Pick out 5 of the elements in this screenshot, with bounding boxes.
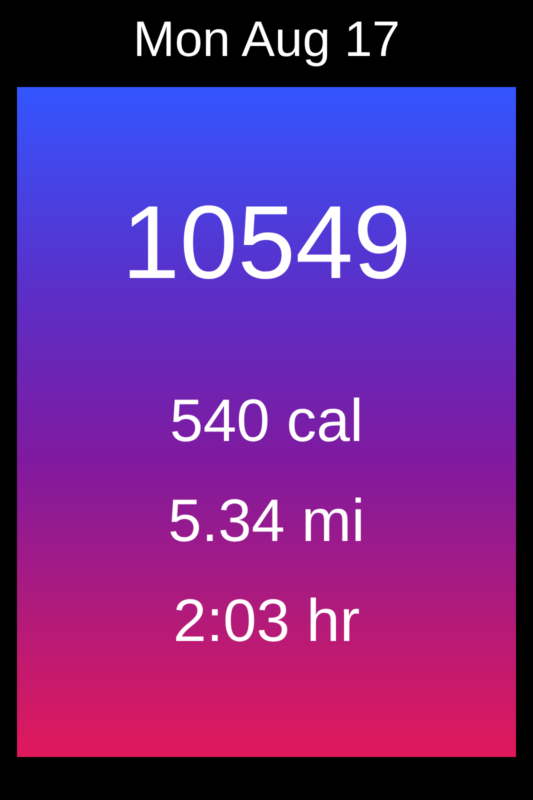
stat-value: 540 cal	[170, 391, 364, 451]
stat-value: 5.34 mi	[168, 491, 365, 551]
stat-value: 2:03 hr	[173, 591, 360, 651]
step-count: 10549	[122, 191, 412, 295]
date-label: Mon Aug 17	[133, 14, 400, 69]
